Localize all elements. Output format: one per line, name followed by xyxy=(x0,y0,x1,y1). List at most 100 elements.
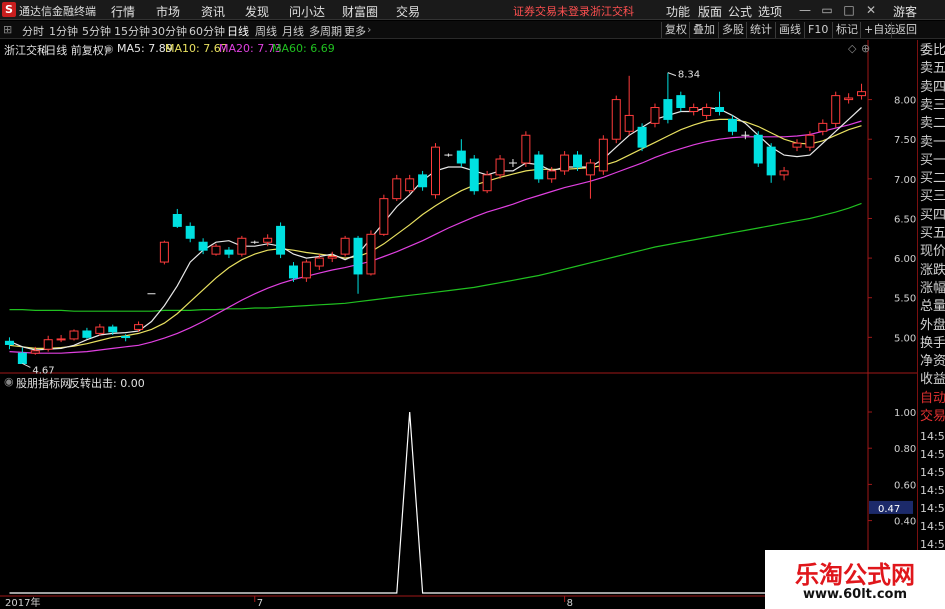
menu-ask[interactable]: 问小达 xyxy=(289,3,325,20)
panel-label: 外盘 xyxy=(920,317,945,333)
candle-body xyxy=(624,114,634,132)
candle xyxy=(185,222,195,243)
tab-1min[interactable]: 1分钟 xyxy=(49,23,78,39)
maximize-icon[interactable]: □ xyxy=(840,2,858,18)
candle-body xyxy=(430,146,441,196)
time-label: 2017年 xyxy=(5,596,40,609)
menu-discover[interactable]: 发现 xyxy=(245,3,269,20)
candle-body xyxy=(30,350,40,354)
candle-body xyxy=(327,256,337,259)
candle-body xyxy=(4,340,14,345)
grid-icon[interactable]: ⊞ xyxy=(3,23,12,36)
time-label: 7 xyxy=(257,598,263,609)
panel-label: 现价 xyxy=(920,244,945,260)
candle xyxy=(211,243,221,256)
candle-body xyxy=(727,118,737,132)
multi-stock-button[interactable]: 多股 xyxy=(718,22,747,38)
tab-more[interactable]: 更多 xyxy=(344,23,366,39)
menu-quotes[interactable]: 行情 xyxy=(111,3,135,20)
candle-body xyxy=(95,326,105,334)
price-tick-label: 8.00 xyxy=(894,96,916,107)
statistics-button[interactable]: 统计 xyxy=(746,22,775,38)
sub-tick-label: 0.40 xyxy=(894,517,916,528)
candle xyxy=(366,230,376,276)
minimize-icon[interactable]: — xyxy=(796,2,814,18)
candle xyxy=(741,131,750,140)
tab-5min[interactable]: 5分钟 xyxy=(82,23,111,39)
tab-timeshare[interactable]: 分时 xyxy=(22,23,44,39)
restore-icon[interactable]: ▭ xyxy=(818,2,836,18)
candle-body xyxy=(185,225,195,239)
candle xyxy=(534,151,544,183)
candle-body xyxy=(353,237,363,275)
candle-body xyxy=(172,214,182,227)
menu-bar: S 通达信金融终端 行情 市场 资讯 发现 问小达 财富圈 交易 证券交易未登录… xyxy=(0,0,945,20)
pin-icon[interactable]: ⊕ xyxy=(861,42,870,55)
candle-body xyxy=(573,154,583,168)
sub-settings-icon[interactable]: ◉ xyxy=(4,375,14,388)
panel-label: 换手 xyxy=(920,335,945,351)
candle-body xyxy=(134,324,144,330)
candle xyxy=(766,143,776,183)
ma60-label: MA60: 6.69 xyxy=(272,42,335,55)
tab-daily[interactable]: 日线 xyxy=(227,23,249,39)
menu-options[interactable]: 选项 xyxy=(758,3,782,20)
tab-15min[interactable]: 15分钟 xyxy=(114,23,150,39)
sub-tick-label: 0.80 xyxy=(894,444,916,455)
candle xyxy=(560,151,570,175)
menu-formula[interactable]: 公式 xyxy=(728,3,752,20)
menu-layout[interactable]: 版面 xyxy=(698,3,722,20)
tab-weekly[interactable]: 周线 xyxy=(255,23,277,39)
candle-body xyxy=(159,241,169,263)
candle xyxy=(585,159,595,199)
back-button[interactable]: 返回 xyxy=(891,22,920,38)
panel-label: 卖四 xyxy=(920,79,945,95)
candle-body xyxy=(753,134,763,164)
candle-body xyxy=(366,233,376,275)
tab-multi-period[interactable]: 多周期 xyxy=(309,23,342,39)
menu-function[interactable]: 功能 xyxy=(666,3,690,20)
tab-30min[interactable]: 30分钟 xyxy=(151,23,187,39)
candle xyxy=(4,337,14,350)
panel-label: 收益 xyxy=(920,372,945,388)
candle-body xyxy=(108,326,118,333)
guest-user[interactable]: 游客 xyxy=(893,3,917,20)
f10-button[interactable]: F10 xyxy=(804,22,831,38)
trade-time: 14:56 xyxy=(920,448,945,461)
panel-label: 买五 xyxy=(920,226,945,241)
candle-body xyxy=(676,95,686,109)
candle xyxy=(831,91,841,128)
max-pointer xyxy=(667,72,677,77)
panel-label: 卖二 xyxy=(920,116,945,132)
close-icon[interactable]: ✕ xyxy=(862,2,880,18)
kline-chart[interactable]: 8.344.678.007.507.006.506.005.505.001.00… xyxy=(0,40,917,609)
diamond-icon[interactable]: ◇ xyxy=(848,42,856,55)
candle xyxy=(818,119,828,136)
draw-line-button[interactable]: 画线 xyxy=(775,22,804,38)
candle-body xyxy=(547,170,557,180)
candle xyxy=(198,238,208,255)
trade-time: 14:56 xyxy=(920,430,945,443)
candle xyxy=(43,335,53,352)
menu-news[interactable]: 资讯 xyxy=(201,3,225,20)
restore-rights-button[interactable]: 复权 xyxy=(661,22,690,38)
tab-60min[interactable]: 60分钟 xyxy=(189,23,225,39)
candle xyxy=(224,246,234,259)
sub-tick-label: 1.00 xyxy=(894,408,916,419)
candle-body xyxy=(805,134,815,148)
login-notice[interactable]: 证券交易未登录 xyxy=(513,3,590,19)
menu-wealth[interactable]: 财富圈 xyxy=(342,3,378,20)
tab-monthly[interactable]: 月线 xyxy=(282,23,304,39)
candle xyxy=(792,139,802,152)
candle-body xyxy=(611,99,621,140)
notice-stock[interactable]: 浙江交科 xyxy=(590,3,634,19)
candle-body xyxy=(121,336,131,339)
candle xyxy=(508,159,517,167)
chevron-right-icon[interactable]: › xyxy=(367,23,371,36)
candle xyxy=(95,323,105,336)
menu-market[interactable]: 市场 xyxy=(156,3,180,20)
mark-button[interactable]: 标记 xyxy=(832,22,861,38)
settings-icon[interactable]: ◉ xyxy=(104,42,114,55)
menu-trade[interactable]: 交易 xyxy=(396,3,420,20)
overlay-button[interactable]: 叠加 xyxy=(689,22,718,38)
